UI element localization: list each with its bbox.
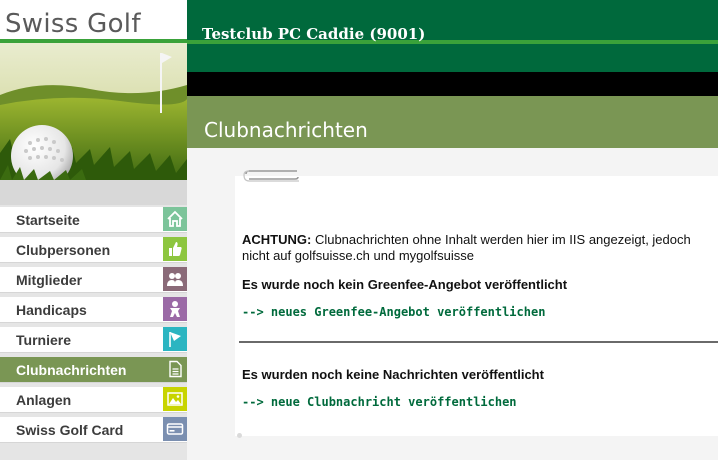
logo-text: Swiss Golf bbox=[5, 9, 141, 39]
flag-icon bbox=[163, 327, 187, 351]
sidebar-item-clubpersonen[interactable]: Clubpersonen bbox=[0, 235, 187, 265]
card-icon bbox=[163, 417, 187, 441]
thumbs-up-icon bbox=[163, 237, 187, 261]
sidebar-item-label: Handicaps bbox=[16, 302, 87, 318]
sidebar-item-label: Mitglieder bbox=[16, 272, 83, 288]
decorative-dot bbox=[237, 433, 242, 438]
golf-ball-photo bbox=[0, 43, 187, 180]
sidebar-item-mitglieder[interactable]: Mitglieder bbox=[0, 265, 187, 295]
sidebar-item-label: Clubpersonen bbox=[16, 242, 111, 258]
header-black-band bbox=[187, 72, 718, 96]
section-divider bbox=[239, 341, 718, 343]
sidebar-item-label: Anlagen bbox=[16, 392, 72, 408]
sidebar-item-handicaps[interactable]: Handicaps bbox=[0, 295, 187, 325]
sidebar-item-swiss-golf-card[interactable]: Swiss Golf Card bbox=[0, 415, 187, 445]
sidebar-item-label: Clubnachrichten bbox=[16, 362, 127, 378]
new-greenfee-offer-link[interactable]: --> neues Greenfee-Angebot veröffentlich… bbox=[242, 305, 545, 319]
top-header: Testclub PC Caddie (9001) bbox=[187, 0, 718, 72]
paperclip-icon bbox=[243, 170, 299, 182]
left-sidebar: Swiss Golf Startseite Clubpersonen Mitgl… bbox=[0, 0, 187, 460]
warning-message: ACHTUNG: Clubnachrichten ohne Inhalt wer… bbox=[242, 232, 712, 264]
page-header: Clubnachrichten bbox=[187, 96, 718, 148]
sidebar-item-anlagen[interactable]: Anlagen bbox=[0, 385, 187, 415]
document-icon bbox=[163, 357, 187, 381]
greenfee-status-message: Es wurde noch kein Greenfee-Angebot verö… bbox=[242, 277, 568, 292]
sidebar-item-label: Startseite bbox=[16, 212, 80, 228]
image-icon bbox=[163, 387, 187, 411]
sidebar-nav: Startseite Clubpersonen Mitglieder Handi… bbox=[0, 205, 187, 445]
page-title: Clubnachrichten bbox=[204, 118, 368, 142]
sidebar-item-startseite[interactable]: Startseite bbox=[0, 205, 187, 235]
sidebar-item-clubnachrichten[interactable]: Clubnachrichten bbox=[0, 355, 187, 385]
home-icon bbox=[163, 207, 187, 231]
sidebar-spacer bbox=[0, 180, 187, 205]
news-status-message: Es wurden noch keine Nachrichten veröffe… bbox=[242, 367, 544, 382]
new-club-news-link[interactable]: --> neue Clubnachricht veröffentlichen bbox=[242, 395, 517, 409]
members-icon bbox=[163, 267, 187, 291]
sidebar-item-label: Turniere bbox=[16, 332, 71, 348]
sidebar-item-turniere[interactable]: Turniere bbox=[0, 325, 187, 355]
warning-label: ACHTUNG: bbox=[242, 232, 312, 247]
logo[interactable]: Swiss Golf bbox=[0, 0, 187, 40]
sidebar-item-label: Swiss Golf Card bbox=[16, 422, 124, 438]
handicap-person-icon bbox=[163, 297, 187, 321]
main-content: ACHTUNG: Clubnachrichten ohne Inhalt wer… bbox=[187, 148, 718, 460]
club-title: Testclub PC Caddie (9001) bbox=[202, 25, 426, 43]
